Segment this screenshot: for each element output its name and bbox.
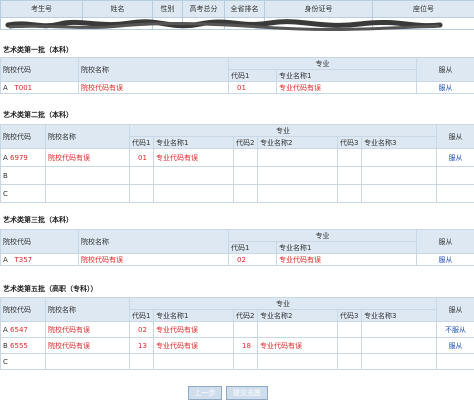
label-major: 专业 <box>128 297 438 310</box>
school-code: 6547 <box>10 325 28 334</box>
label-code2: 代码2 <box>233 136 258 149</box>
major-code: 02 <box>129 321 154 338</box>
col-gender: 性别 <box>152 0 183 18</box>
major-name: 专业代码有误 <box>153 321 234 338</box>
school-code: 6979 <box>10 153 28 162</box>
col-province-rank: 全省排名 <box>224 0 265 18</box>
label-obey: 服从 <box>436 297 474 322</box>
row-letter: C <box>0 184 46 203</box>
school-code-cell: B 6555 <box>0 337 46 354</box>
school-code-cell: A 6547 <box>0 321 46 338</box>
obey-value: 不服从 <box>436 321 474 338</box>
label-school-code: 院校代码 <box>0 124 46 149</box>
label-school-code: 院校代码 <box>0 297 46 322</box>
obey-value: 服从 <box>416 81 474 94</box>
label-major-name1: 专业名称1 <box>153 309 234 322</box>
redaction-scribble <box>5 19 443 32</box>
obey-value: 服从 <box>436 148 474 167</box>
major-code: 01 <box>228 81 277 94</box>
label-code1: 代码1 <box>228 241 277 254</box>
label-school-code: 院校代码 <box>0 57 79 82</box>
section-title-batch-1: 艺术类第一批（本科） <box>3 46 73 54</box>
batch-2-table: 院校代码 院校名称 专业 服从 代码1 专业名称1 代码2 专业名称2 代码3 … <box>0 124 474 203</box>
school-name: 院校代码有误 <box>78 253 229 266</box>
school-name: 院校代码有误 <box>45 337 130 354</box>
major-name: 专业代码有误 <box>276 81 417 94</box>
label-major-name3: 专业名称3 <box>360 136 438 149</box>
label-school-name: 院校名称 <box>78 229 229 254</box>
label-code1: 代码1 <box>129 309 154 322</box>
label-major-name3: 专业名称3 <box>360 309 438 322</box>
school-code-cell: A T001 <box>0 81 79 94</box>
batch-1-table: 院校代码 院校名称 专业 服从 代码1 专业名称1 A T001 院校代码有误 … <box>0 57 474 94</box>
label-major: 专业 <box>228 57 417 70</box>
row-letter: B <box>0 166 46 185</box>
label-code3: 代码3 <box>337 136 362 149</box>
label-school-name: 院校名称 <box>78 57 229 82</box>
school-name: 院校代码有误 <box>78 81 229 94</box>
label-major-name1: 专业名称1 <box>276 69 417 82</box>
label-major-name2: 专业名称2 <box>257 309 338 322</box>
major-name: 专业代码有误 <box>153 337 234 354</box>
label-major-name1: 专业名称1 <box>276 241 417 254</box>
previous-step-button[interactable]: 上一步 <box>188 386 222 400</box>
col-name: 姓名 <box>82 0 153 18</box>
label-major: 专业 <box>128 124 438 137</box>
label-obey: 服从 <box>416 57 474 82</box>
major-code: 13 <box>129 337 154 354</box>
school-name: 院校代码有误 <box>45 321 130 338</box>
school-code-cell: A 6979 <box>0 148 46 167</box>
batch-3-table: 院校代码 院校名称 专业 服从 代码1 专业名称1 A T357 院校代码有误 … <box>0 229 474 266</box>
label-code2: 代码2 <box>233 309 258 322</box>
batch-5-table: 院校代码 院校名称 专业 服从 代码1 专业名称1 代码2 专业名称2 代码3 … <box>0 297 474 370</box>
label-school-name: 院校名称 <box>45 124 130 149</box>
school-name: 院校代码有误 <box>45 148 130 167</box>
label-major: 专业 <box>228 229 417 242</box>
col-exam-number: 考生号 <box>0 0 83 18</box>
label-code1: 代码1 <box>228 69 277 82</box>
major-code-2: 18 <box>233 337 258 354</box>
major-code: 01 <box>129 148 154 167</box>
label-obey: 服从 <box>416 229 474 254</box>
label-major-name1: 专业名称1 <box>153 136 234 149</box>
major-name: 专业代码有误 <box>153 148 234 167</box>
section-title-batch-2: 艺术类第二批（本科） <box>3 111 73 119</box>
major-code: 02 <box>228 253 277 266</box>
label-school-name: 院校名称 <box>45 297 130 322</box>
col-seat-number: 座位号 <box>372 0 474 18</box>
school-code: 6555 <box>10 341 28 350</box>
label-code3: 代码3 <box>337 309 362 322</box>
submit-application-button[interactable]: 提交志愿 <box>226 386 268 400</box>
col-id-number: 身份证号 <box>264 0 373 18</box>
label-obey: 服从 <box>436 124 474 149</box>
major-name: 专业代码有误 <box>276 253 417 266</box>
major-name-2: 专业代码有误 <box>257 337 338 354</box>
row-letter: C <box>0 353 46 370</box>
section-title-batch-3: 艺术类第三批（本科） <box>3 216 73 224</box>
school-code: T357 <box>14 255 33 264</box>
label-code1: 代码1 <box>129 136 154 149</box>
school-code: T001 <box>14 83 33 92</box>
school-code-cell: A T357 <box>0 253 79 266</box>
label-major-name2: 专业名称2 <box>257 136 338 149</box>
col-total-score: 高考总分 <box>182 0 225 18</box>
section-title-batch-5: 艺术类第五批（高职（专科）） <box>3 285 98 293</box>
label-school-code: 院校代码 <box>0 229 79 254</box>
obey-value: 服从 <box>416 253 474 266</box>
obey-value: 服从 <box>436 337 474 354</box>
